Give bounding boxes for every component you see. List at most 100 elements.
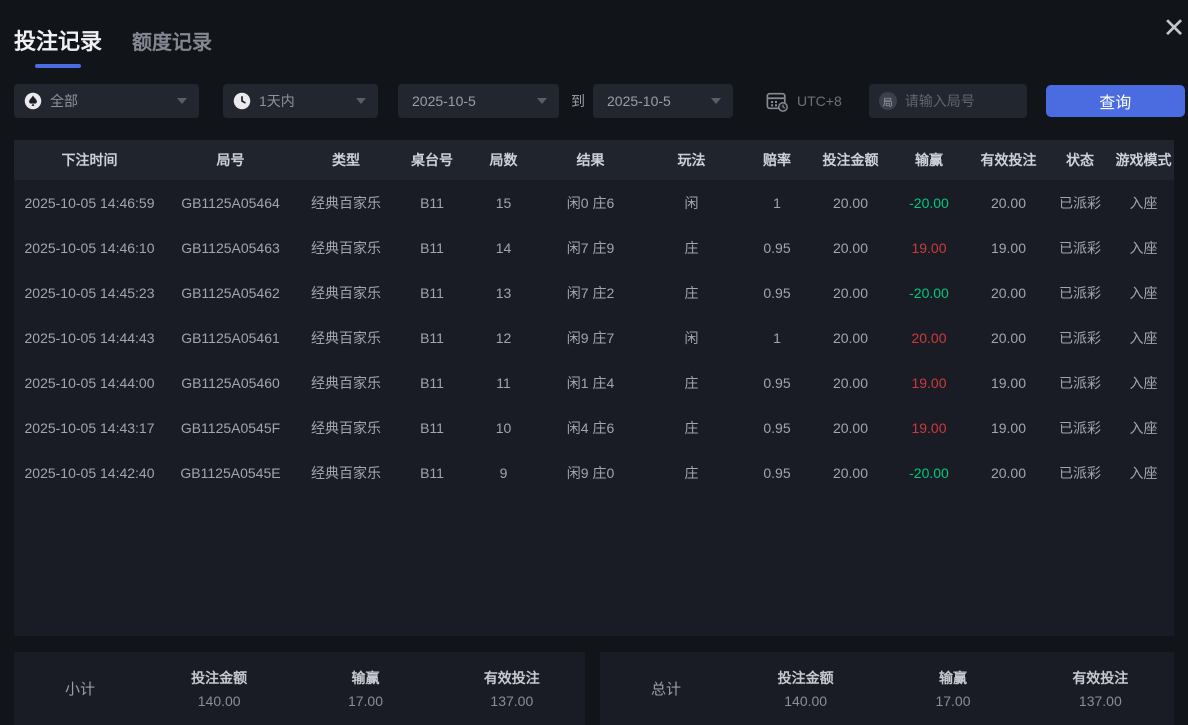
table-cell-round-num: 11 xyxy=(468,375,539,391)
table-cell-valid-bet: 20.00 xyxy=(970,465,1047,481)
column-header-game-mode: 游戏模式 xyxy=(1113,150,1174,170)
table-cell-win-loss: 19.00 xyxy=(888,375,970,391)
table-cell-round-id: GB1125A05464 xyxy=(165,195,296,211)
column-header-valid-bet: 有效投注 xyxy=(970,150,1047,170)
timezone-indicator: UTC+8 xyxy=(765,90,842,112)
table-cell-odds: 0.95 xyxy=(741,420,813,436)
game-type-dropdown[interactable]: 全部 xyxy=(14,84,199,118)
table-cell-bet-time: 2025-10-05 14:46:59 xyxy=(14,195,165,211)
table-cell-valid-bet: 19.00 xyxy=(970,420,1047,436)
table-cell-bet-amount: 20.00 xyxy=(813,420,888,436)
column-header-bet-time: 下注时间 xyxy=(14,150,165,170)
table-cell-round-num: 14 xyxy=(468,240,539,256)
date-from-picker[interactable]: 2025-10-5 xyxy=(398,84,559,118)
table-cell-game-mode: 入座 xyxy=(1113,373,1174,393)
stat-label: 输赢 xyxy=(879,668,1026,688)
close-icon[interactable]: ✕ xyxy=(1154,8,1188,48)
table-row: 2025-10-05 14:43:17GB1125A0545F经典百家乐B111… xyxy=(14,405,1174,450)
table-cell-result: 闲7 庄9 xyxy=(539,238,642,258)
table-cell-game-type: 经典百家乐 xyxy=(296,193,396,213)
table-cell-game-type: 经典百家乐 xyxy=(296,373,396,393)
table-cell-bet-time: 2025-10-05 14:43:17 xyxy=(14,420,165,436)
spade-icon xyxy=(24,92,42,110)
table-cell-game-type: 经典百家乐 xyxy=(296,238,396,258)
table-cell-bet-amount: 20.00 xyxy=(813,240,888,256)
chevron-down-icon xyxy=(711,98,721,104)
table-cell-table-no: B11 xyxy=(396,375,468,391)
time-range-dropdown[interactable]: 1天内 xyxy=(223,84,378,118)
table-cell-bet-time: 2025-10-05 14:46:10 xyxy=(14,240,165,256)
table-cell-result: 闲0 庄6 xyxy=(539,193,642,213)
timezone-value: UTC+8 xyxy=(797,93,842,109)
stat-label: 投注金额 xyxy=(732,668,879,688)
stat-label: 有效投注 xyxy=(439,668,585,688)
table-cell-status: 已派彩 xyxy=(1047,373,1113,393)
chevron-down-icon xyxy=(537,98,547,104)
subtotal-label: 小计 xyxy=(14,678,146,699)
table-cell-odds: 0.95 xyxy=(741,465,813,481)
stat-value: 17.00 xyxy=(879,693,1026,709)
table-cell-result: 闲4 庄6 xyxy=(539,418,642,438)
table-cell-result: 闲9 庄0 xyxy=(539,463,642,483)
column-header-round-num: 局数 xyxy=(468,150,539,170)
table-row: 2025-10-05 14:44:43GB1125A05461经典百家乐B111… xyxy=(14,315,1174,360)
table-cell-play-type: 闲 xyxy=(642,328,741,348)
stat-label: 投注金额 xyxy=(146,668,292,688)
column-header-result: 结果 xyxy=(539,150,642,170)
table-cell-odds: 0.95 xyxy=(741,285,813,301)
filter-bar: 全部 1天内 2025-10-5 到 2025-10-5 UTC+8 xyxy=(14,84,1185,118)
column-header-table-no: 桌台号 xyxy=(396,150,468,170)
total-valid-bet: 有效投注 137.00 xyxy=(1027,668,1174,709)
stat-label: 有效投注 xyxy=(1027,668,1174,688)
round-number-field[interactable]: 局 xyxy=(869,84,1027,118)
table-cell-play-type: 庄 xyxy=(642,418,741,438)
tab-bet-records[interactable]: 投注记录 xyxy=(14,24,102,68)
table-cell-game-type: 经典百家乐 xyxy=(296,283,396,303)
table-cell-game-mode: 入座 xyxy=(1113,328,1174,348)
stat-value: 140.00 xyxy=(732,693,879,709)
query-button[interactable]: 查询 xyxy=(1046,85,1185,117)
table-cell-result: 闲9 庄7 xyxy=(539,328,642,348)
table-cell-round-id: GB1125A0545E xyxy=(165,465,296,481)
subtotal-win-loss: 输赢 17.00 xyxy=(292,668,438,709)
table-cell-valid-bet: 20.00 xyxy=(970,330,1047,346)
table-cell-bet-amount: 20.00 xyxy=(813,375,888,391)
table-cell-win-loss: 19.00 xyxy=(888,240,970,256)
round-number-input[interactable] xyxy=(905,93,1015,109)
table-cell-status: 已派彩 xyxy=(1047,283,1113,303)
date-to-value: 2025-10-5 xyxy=(607,93,671,109)
table-cell-game-type: 经典百家乐 xyxy=(296,328,396,348)
stat-value: 140.00 xyxy=(146,693,292,709)
table-cell-game-mode: 入座 xyxy=(1113,418,1174,438)
table-cell-win-loss: 20.00 xyxy=(888,330,970,346)
date-to-picker[interactable]: 2025-10-5 xyxy=(593,84,733,118)
column-header-round-id: 局号 xyxy=(165,150,296,170)
stat-label: 输赢 xyxy=(292,668,438,688)
table-cell-odds: 0.95 xyxy=(741,240,813,256)
table-row: 2025-10-05 14:46:10GB1125A05463经典百家乐B111… xyxy=(14,225,1174,270)
table-cell-bet-amount: 20.00 xyxy=(813,285,888,301)
column-header-odds: 赔率 xyxy=(741,150,813,170)
table-body: 2025-10-05 14:46:59GB1125A05464经典百家乐B111… xyxy=(14,180,1174,495)
table-cell-game-mode: 入座 xyxy=(1113,463,1174,483)
calendar-clock-icon xyxy=(765,90,789,112)
table-cell-game-mode: 入座 xyxy=(1113,283,1174,303)
table-cell-round-id: GB1125A0545F xyxy=(165,420,296,436)
table-cell-valid-bet: 19.00 xyxy=(970,240,1047,256)
table-cell-status: 已派彩 xyxy=(1047,463,1113,483)
column-header-win-loss: 输赢 xyxy=(888,150,970,170)
date-from-value: 2025-10-5 xyxy=(412,93,476,109)
table-cell-valid-bet: 19.00 xyxy=(970,375,1047,391)
table-cell-play-type: 庄 xyxy=(642,238,741,258)
table-cell-round-id: GB1125A05461 xyxy=(165,330,296,346)
table-cell-round-id: GB1125A05460 xyxy=(165,375,296,391)
table-cell-round-num: 9 xyxy=(468,465,539,481)
total-label: 总计 xyxy=(600,678,732,699)
table-cell-play-type: 庄 xyxy=(642,283,741,303)
table-cell-table-no: B11 xyxy=(396,420,468,436)
subtotal-card: 小计 投注金额 140.00 输赢 17.00 有效投注 137.00 xyxy=(14,652,585,725)
table-cell-result: 闲7 庄2 xyxy=(539,283,642,303)
tab-quota-records[interactable]: 额度记录 xyxy=(132,26,212,67)
table-cell-table-no: B11 xyxy=(396,195,468,211)
subtotal-valid-bet: 有效投注 137.00 xyxy=(439,668,585,709)
